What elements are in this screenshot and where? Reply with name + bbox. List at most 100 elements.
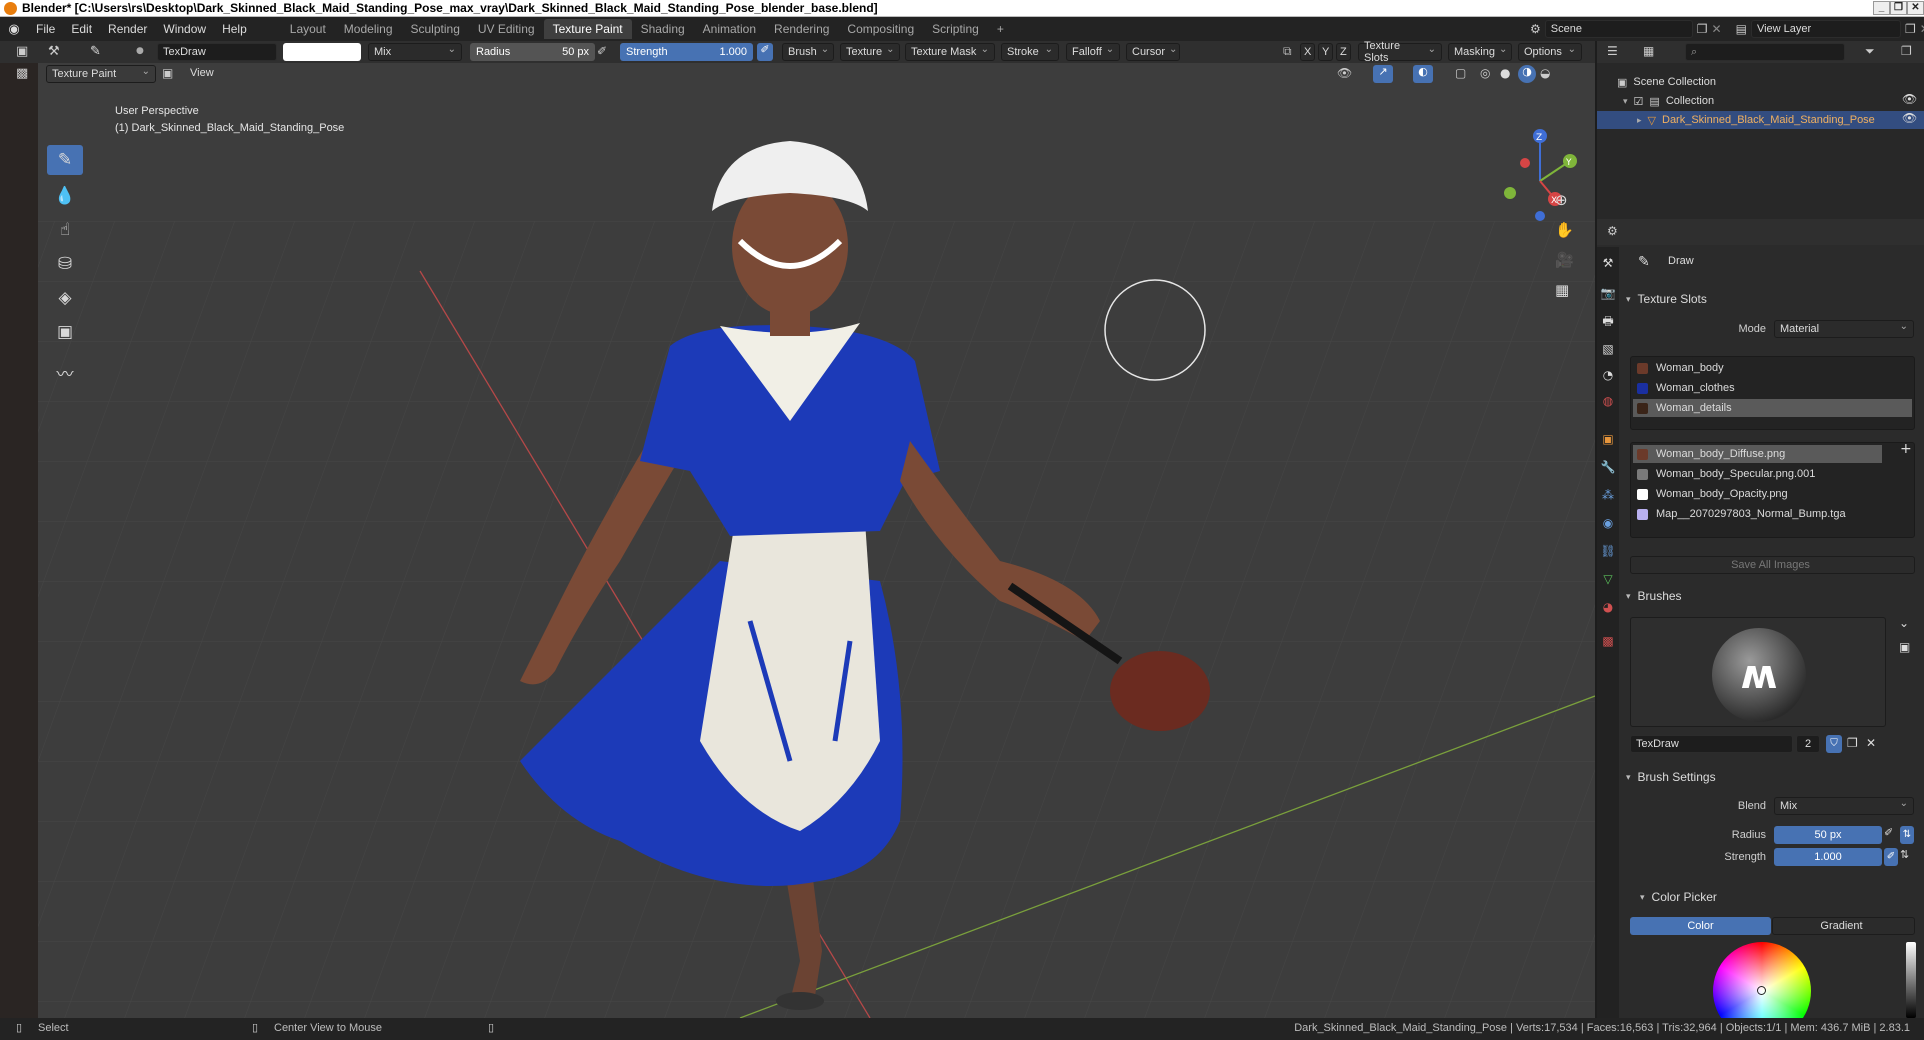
close-icon[interactable]: ✕ [1907, 1, 1924, 15]
options-dropdown[interactable]: Options [1518, 43, 1582, 61]
overlay-toggle-icon[interactable]: ◐ [1413, 65, 1433, 83]
brush-dropdown[interactable]: Brush [782, 43, 834, 61]
brush-radius-slider[interactable]: 50 px [1774, 826, 1882, 844]
rendered-shading-icon[interactable]: ◒ [1540, 66, 1550, 80]
xray-icon[interactable]: ▢ [1455, 66, 1466, 80]
tab-uv-editing[interactable]: UV Editing [469, 19, 544, 39]
render-tab-icon[interactable]: 📷 [1600, 285, 1616, 301]
image-slot-item[interactable]: Map__2070297803_Normal_Bump.tga [1633, 505, 1882, 523]
tab-compositing[interactable]: Compositing [838, 19, 923, 39]
material-item[interactable]: Woman_clothes [1633, 379, 1912, 397]
image-slot-list[interactable]: Woman_body_Diffuse.png Woman_body_Specul… [1630, 442, 1915, 538]
material-shading-icon[interactable]: ◑ [1518, 65, 1536, 83]
output-tab-icon[interactable]: 🖶 [1600, 313, 1616, 329]
tab-modeling[interactable]: Modeling [335, 19, 402, 39]
texture-slots-panel-header[interactable]: ▾ Texture Slots [1626, 288, 1918, 310]
soften-tool-icon[interactable]: 💧 [47, 181, 83, 211]
tool-settings-icon[interactable]: ⚒ [48, 44, 60, 59]
image-slot-item-selected[interactable]: Woman_body_Diffuse.png [1633, 445, 1882, 463]
cursor-dropdown[interactable]: Cursor [1126, 43, 1180, 61]
tab-animation[interactable]: Animation [694, 19, 765, 39]
menu-help[interactable]: Help [214, 22, 255, 36]
texture-tab-icon[interactable]: ▩ [1600, 633, 1616, 649]
material-list[interactable]: Woman_body Woman_clothes Woman_details [1630, 356, 1915, 430]
pan-hand-icon[interactable]: ✋ [1555, 221, 1574, 239]
camera-icon[interactable]: 🎥 [1555, 251, 1574, 269]
menu-edit[interactable]: Edit [63, 22, 100, 36]
unlink-brush-icon[interactable]: ✕ [1866, 736, 1876, 750]
object-visibility-icon[interactable]: 👁 [1902, 111, 1917, 125]
mirror-y-toggle[interactable]: Y [1318, 43, 1333, 61]
duplicate-brush-icon[interactable]: ❐ [1847, 736, 1858, 750]
new-collection-icon[interactable]: ❐ [1901, 44, 1912, 58]
brush-list-expand-icon[interactable]: ⌄ [1899, 616, 1909, 630]
new-view-layer-icon[interactable]: ❐ [1905, 22, 1916, 36]
properties-editor-icon[interactable]: ⚙ [1607, 224, 1618, 238]
image-slot-item[interactable]: Woman_body_Opacity.png [1633, 485, 1882, 503]
brush-strength-slider[interactable]: 1.000 [1774, 848, 1882, 866]
fake-user-icon[interactable]: ● [136, 46, 144, 56]
data-tab-icon[interactable]: ▽ [1600, 571, 1616, 587]
mirror-x-toggle[interactable]: X [1300, 43, 1315, 61]
radius-pressure-icon[interactable]: ✐ [597, 44, 607, 58]
mirror-z-toggle[interactable]: Z [1336, 43, 1351, 61]
color-picker-subpanel-header[interactable]: ▾ Color Picker [1640, 886, 1924, 908]
delete-view-layer-icon[interactable]: ✕ [1920, 22, 1924, 36]
brush-preview[interactable]: ʍ [1630, 617, 1886, 727]
outliner-editor-icon[interactable]: ☰ [1607, 44, 1618, 58]
texture-mask-dropdown[interactable]: Texture Mask [905, 43, 995, 61]
strength-slider[interactable]: Strength 1.000 [620, 43, 753, 61]
brush-datablock-name[interactable]: TexDraw [1630, 735, 1793, 753]
fill-tool-icon[interactable]: ◈ [47, 283, 83, 313]
brush-settings-panel-header[interactable]: ▾ Brush Settings [1626, 766, 1918, 788]
tab-texture-paint[interactable]: Texture Paint [543, 19, 632, 39]
radius-unit-icon[interactable]: ⇅ [1900, 826, 1914, 844]
tab-shading[interactable]: Shading [632, 19, 694, 39]
add-slot-icon[interactable]: + [1900, 441, 1912, 457]
tab-layout[interactable]: Layout [281, 19, 335, 39]
brush-browse-icon[interactable]: ▣ [1899, 640, 1910, 654]
world-tab-icon[interactable]: ◍ [1600, 393, 1616, 409]
menu-window[interactable]: Window [155, 22, 214, 36]
particles-tab-icon[interactable]: ⁂ [1600, 487, 1616, 503]
collection-checkbox-icon[interactable]: ☑ [1634, 95, 1644, 108]
scene-field[interactable]: Scene [1544, 20, 1693, 38]
object-row[interactable]: ▸ ▽ Dark_Skinned_Black_Maid_Standing_Pose [1597, 111, 1924, 129]
collection-row[interactable]: ▾ ☑ ▤ Collection [1623, 92, 1714, 110]
color-tab[interactable]: Color [1630, 917, 1771, 935]
clone-tool-icon[interactable]: ⛁ [47, 249, 83, 279]
constraints-tab-icon[interactable]: ⛓ [1600, 543, 1616, 559]
ortho-grid-icon[interactable]: ▦ [1555, 281, 1569, 299]
brush-users-count[interactable]: 2 [1796, 735, 1820, 753]
filter-icon[interactable]: ⏷ [1865, 44, 1875, 59]
brush-color-swatch[interactable] [283, 43, 361, 61]
tool-tab-icon[interactable]: ⚒ [1600, 255, 1616, 271]
view-menu[interactable]: View [190, 67, 214, 79]
masking-dropdown[interactable]: Masking [1448, 43, 1512, 61]
delete-scene-icon[interactable]: ✕ [1712, 22, 1722, 36]
zoom-icon[interactable]: ⊕ [1555, 191, 1568, 209]
view-layer-field[interactable]: View Layer [1750, 20, 1901, 38]
blender-menu-icon[interactable]: ◉ [0, 22, 28, 37]
brush-name-field[interactable]: TexDraw [157, 43, 277, 61]
fake-user-shield-icon[interactable]: ⛉ [1826, 735, 1842, 753]
material-item-selected[interactable]: Woman_details [1633, 399, 1912, 417]
falloff-dropdown[interactable]: Falloff [1066, 43, 1120, 61]
add-workspace-icon[interactable]: + [988, 19, 1013, 39]
image-slot-item[interactable]: Woman_body_Specular.png.001 [1633, 465, 1882, 483]
stroke-dropdown[interactable]: Stroke [1001, 43, 1059, 61]
value-slider[interactable] [1906, 942, 1916, 1018]
strength-pressure-icon[interactable]: ✐ [757, 43, 773, 61]
wireframe-shading-icon[interactable]: ◎ [1480, 66, 1490, 80]
menu-render[interactable]: Render [100, 22, 155, 36]
gizmo-toggle-icon[interactable]: ↗ [1373, 65, 1393, 83]
material-item[interactable]: Woman_body [1633, 359, 1912, 377]
mode-dropdown[interactable]: Texture Paint [46, 65, 156, 83]
modifier-tab-icon[interactable]: 🔧 [1600, 459, 1616, 475]
image-paint-mask-icon[interactable]: ▣ [162, 66, 173, 80]
display-mode-icon[interactable]: ▦ [1643, 44, 1654, 58]
3d-viewport[interactable]: Z Y X ✎ 💧 ☝ ⛁ ◈ ▣ 〰 User Perspective (1)… [0, 41, 1595, 1018]
minimize-icon[interactable]: _ [1873, 1, 1890, 15]
left-editor-strip[interactable] [0, 41, 38, 1018]
save-all-images-button[interactable]: Save All Images [1630, 556, 1915, 574]
